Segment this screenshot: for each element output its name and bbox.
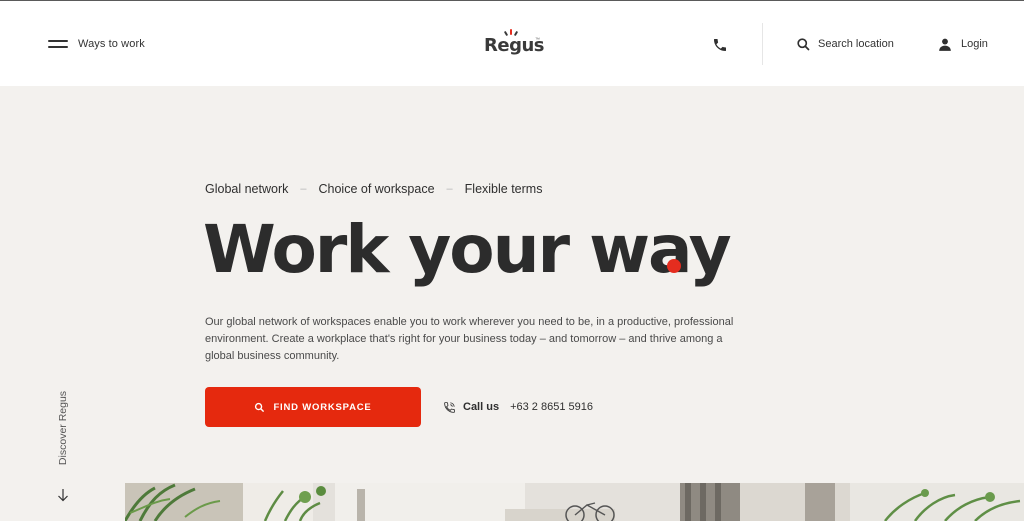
search-icon xyxy=(797,37,810,50)
hamburger-icon xyxy=(48,39,68,49)
phone-button[interactable] xyxy=(712,37,728,53)
title-accent-dot xyxy=(667,259,681,273)
logo-trademark: ™ xyxy=(535,37,540,43)
search-icon xyxy=(255,402,265,412)
hero-description: Our global network of workspaces enable … xyxy=(205,316,734,362)
discover-regus[interactable]: Discover Regus xyxy=(40,388,86,468)
hero-workspace-photo xyxy=(125,483,1024,521)
user-icon xyxy=(939,38,951,51)
hero-title: Work your way xyxy=(203,211,732,288)
feature-list: Global network – Choice of workspace – F… xyxy=(205,181,542,197)
search-location-button[interactable]: Search location xyxy=(796,35,894,53)
feature-item: Choice of workspace xyxy=(318,182,435,196)
phone-outline-icon xyxy=(444,401,455,413)
ways-to-work-menu-button[interactable]: Ways to work xyxy=(48,34,145,54)
feature-separator: – xyxy=(300,183,307,195)
login-button[interactable]: Login xyxy=(938,35,988,53)
feature-item: Flexible terms xyxy=(464,182,543,196)
call-us-number: +63 2 8651 5916 xyxy=(510,401,593,413)
login-label: Login xyxy=(961,38,988,50)
find-workspace-label: FIND WORKSPACE xyxy=(273,401,372,413)
regus-logo[interactable]: Regus ™ xyxy=(484,29,544,59)
call-us-link[interactable]: Call us +63 2 8651 5916 xyxy=(443,399,593,415)
site-header: Ways to work Regus ™ Search location Log… xyxy=(0,1,1024,86)
arrow-down-icon[interactable] xyxy=(57,488,69,502)
phone-icon xyxy=(714,39,726,51)
feature-item: Global network xyxy=(205,182,289,196)
feature-separator: – xyxy=(446,183,453,195)
call-us-label: Call us xyxy=(463,401,500,413)
header-divider xyxy=(762,23,763,65)
discover-regus-label: Discover Regus xyxy=(57,390,69,466)
search-location-label: Search location xyxy=(818,38,894,50)
office-photo-illustration xyxy=(125,483,1024,521)
ways-to-work-label: Ways to work xyxy=(78,38,145,50)
find-workspace-button[interactable]: FIND WORKSPACE xyxy=(205,387,421,427)
